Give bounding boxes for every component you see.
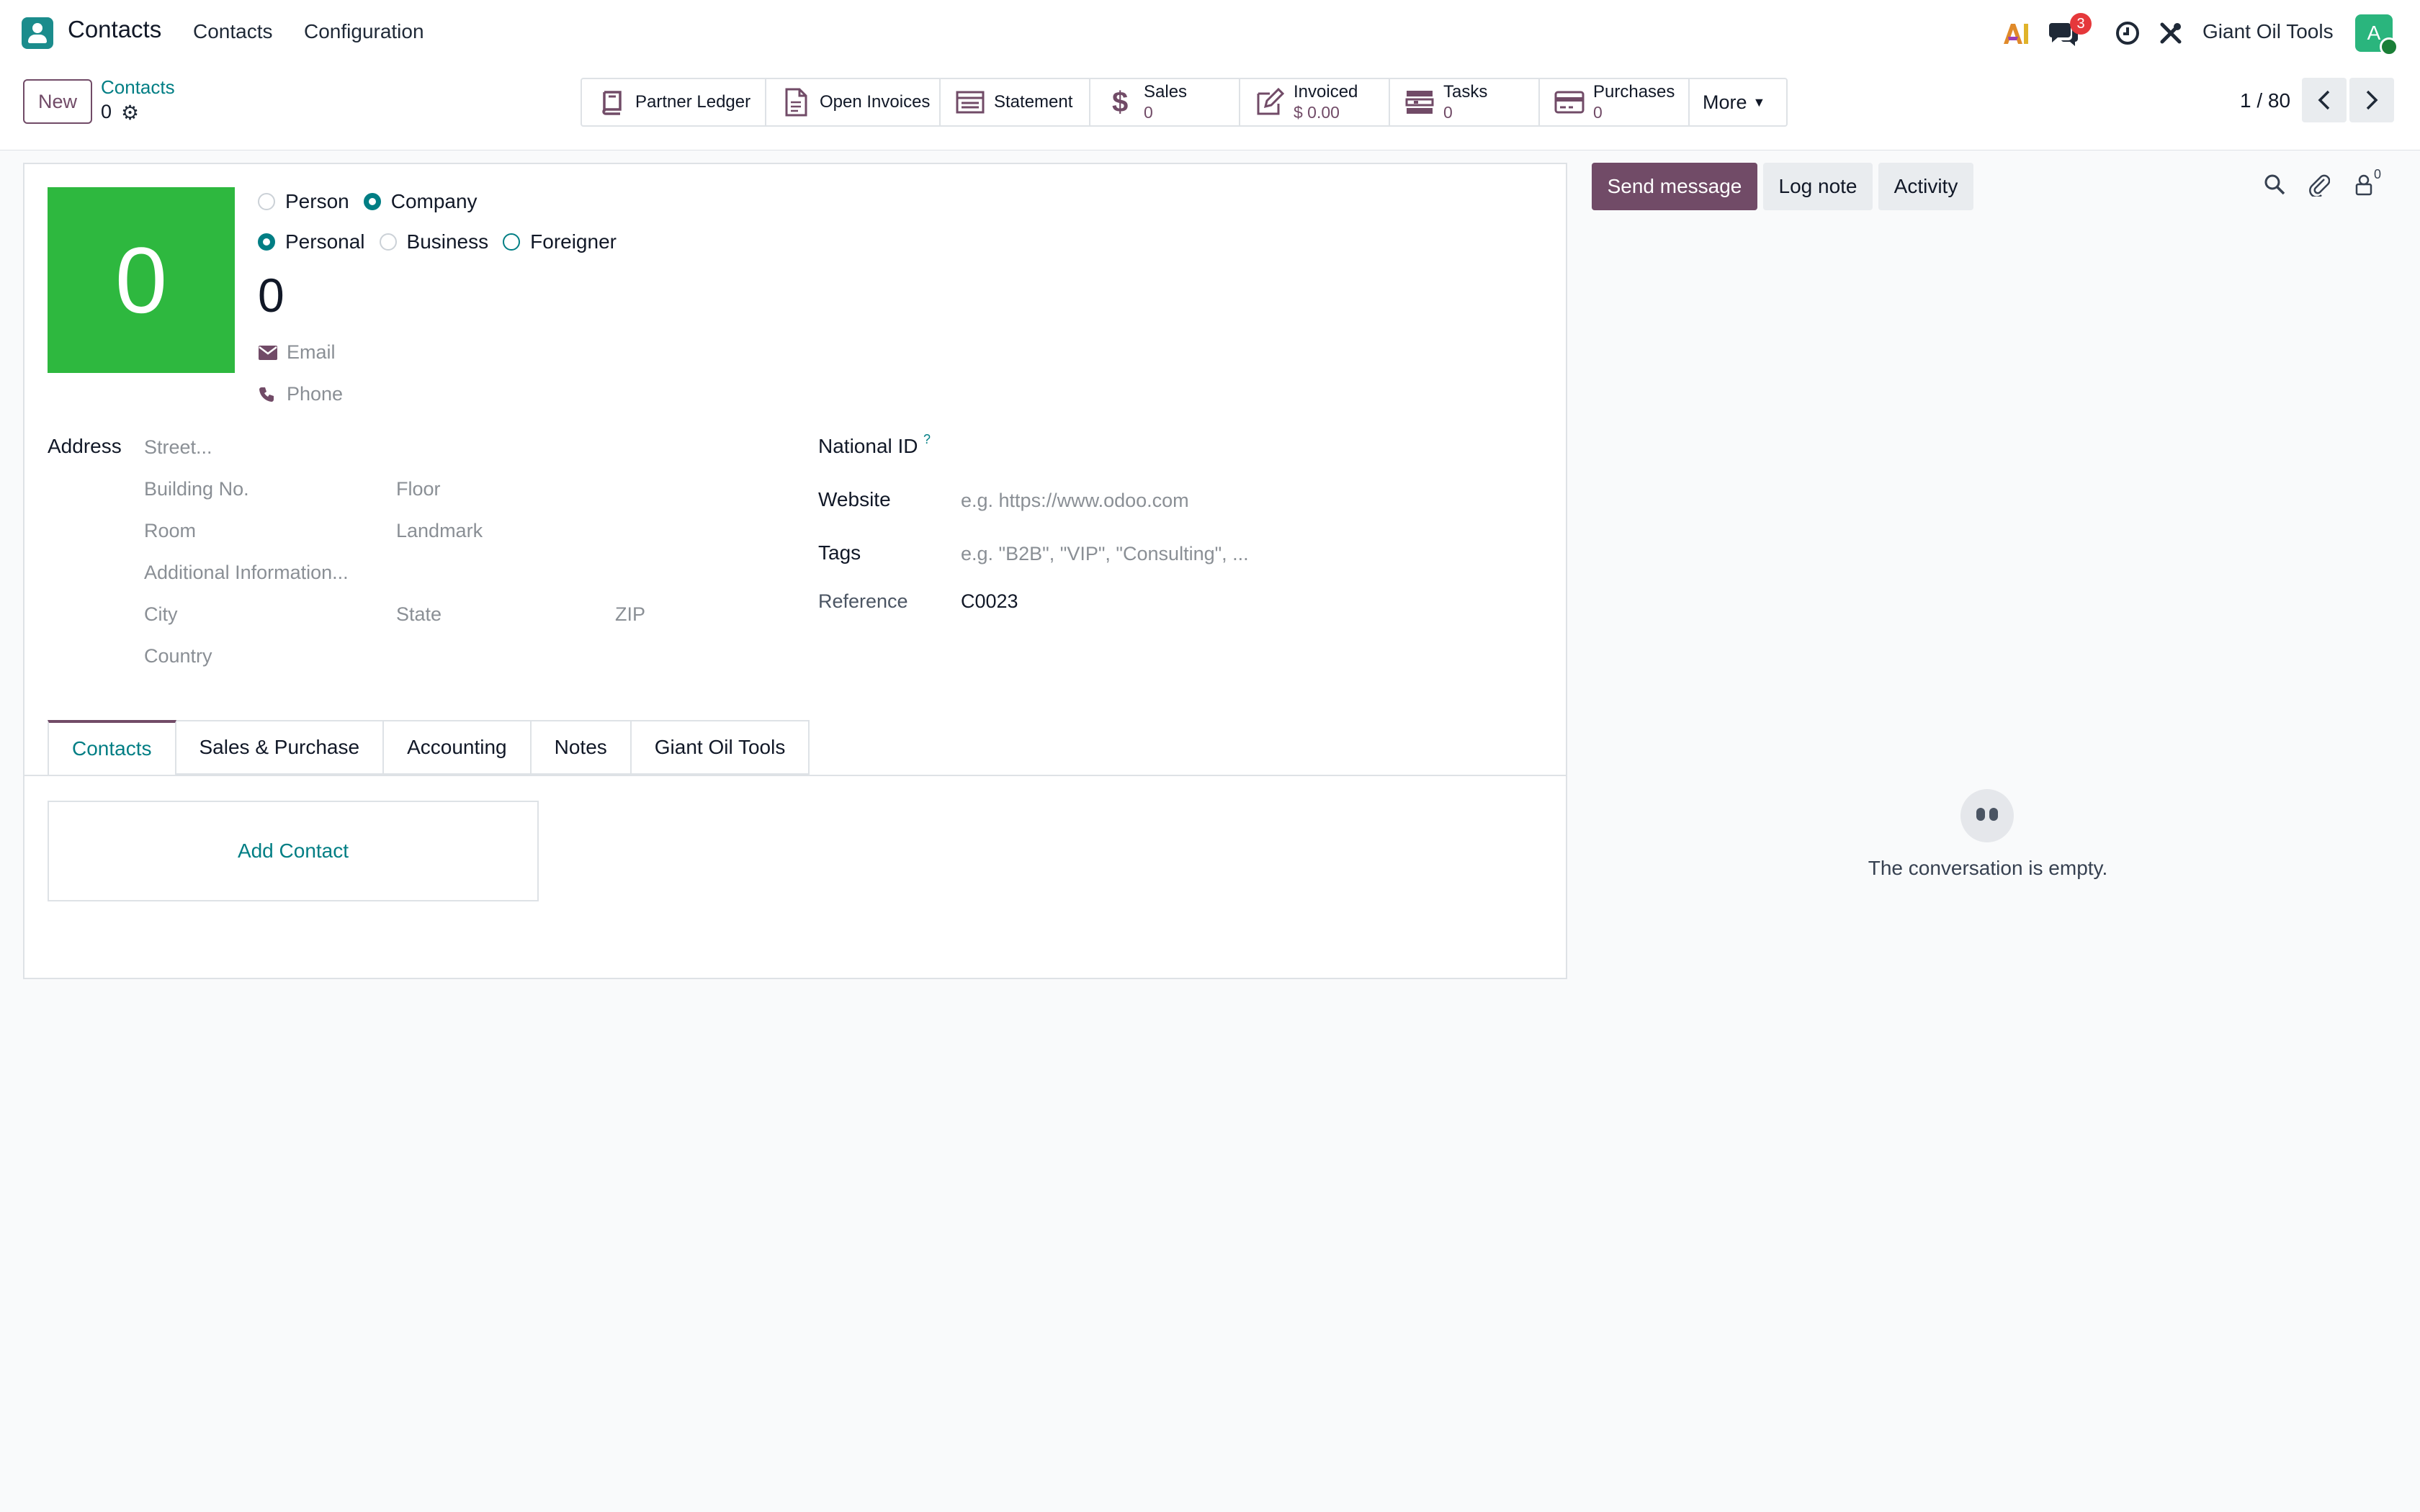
add-contact-button[interactable]: Add Contact (48, 801, 539, 901)
radio-business[interactable] (379, 233, 397, 251)
smart-buttons: Partner Ledger Open Invoices Statement $… (581, 78, 1788, 127)
notebook-tabs: Contacts Sales & Purchase Accounting Not… (48, 720, 810, 776)
statement-icon (955, 87, 985, 117)
chevron-left-icon (2318, 90, 2330, 110)
building-no-input[interactable]: Building No. (144, 478, 249, 500)
radio-personal[interactable] (258, 233, 275, 251)
search-icon[interactable] (2260, 170, 2289, 199)
gear-icon[interactable]: ⚙ (121, 101, 139, 125)
room-input[interactable]: Room (144, 520, 196, 542)
reference-label: Reference (818, 590, 908, 612)
sales-button[interactable]: $ Sales 0 (1090, 79, 1240, 125)
menu-configuration[interactable]: Configuration (304, 20, 424, 43)
followers-count: 0 (2374, 167, 2382, 181)
tab-accounting[interactable]: Accounting (384, 720, 532, 775)
additional-info-input[interactable]: Additional Information... (144, 562, 349, 584)
credit-card-icon (1554, 87, 1585, 117)
radio-company[interactable] (363, 193, 381, 210)
country-input[interactable]: Country (144, 645, 212, 667)
chevron-right-icon (2366, 90, 2378, 110)
statement-button[interactable]: Statement (941, 79, 1090, 125)
edit-icon (1255, 87, 1285, 117)
reference-input[interactable]: C0023 (961, 590, 1018, 613)
paperclip-icon[interactable] (2305, 170, 2334, 199)
envelope-icon (258, 345, 278, 361)
new-button[interactable]: New (23, 79, 92, 124)
tab-notes[interactable]: Notes (531, 720, 632, 775)
invoiced-button[interactable]: Invoiced $ 0.00 (1240, 79, 1390, 125)
phone-icon (258, 386, 278, 403)
activity-clock-icon[interactable] (2113, 16, 2142, 50)
log-note-button[interactable]: Log note (1763, 163, 1873, 210)
breadcrumb-contacts[interactable]: Contacts (101, 76, 175, 99)
state-input[interactable]: State (396, 603, 442, 626)
help-tooltip-icon[interactable]: ? (923, 432, 931, 447)
activity-button[interactable]: Activity (1878, 163, 1973, 210)
control-panel: New Contacts 0 ⚙ Partner Ledger Open Inv… (0, 66, 2420, 150)
website-input[interactable]: e.g. https://www.odoo.com (961, 490, 1189, 512)
caret-down-icon: ▼ (1752, 94, 1766, 109)
pager-previous-button[interactable] (2302, 78, 2347, 122)
more-button[interactable]: More ▼ (1690, 79, 1786, 125)
radio-foreigner[interactable] (503, 233, 521, 251)
company-switcher[interactable]: Giant Oil Tools (2202, 20, 2334, 43)
tab-divider (24, 775, 1566, 776)
category-radio-group: Personal Business Foreigner (258, 230, 631, 253)
dollar-icon: $ (1105, 87, 1135, 117)
city-input[interactable]: City (144, 603, 178, 626)
street-input[interactable]: Street... (144, 436, 212, 459)
partner-ledger-button[interactable]: Partner Ledger (582, 79, 766, 125)
company-type-radio-group: Person Company (258, 190, 492, 213)
email-field[interactable]: Email (258, 341, 336, 364)
pager-value[interactable]: 1 / 80 (2240, 89, 2290, 112)
contacts-app-icon[interactable] (22, 17, 53, 49)
messages-badge: 3 (2070, 13, 2092, 35)
ai-icon[interactable] (1999, 16, 2031, 50)
national-id-label: National ID (818, 435, 918, 457)
send-message-button[interactable]: Send message (1592, 163, 1757, 210)
online-status-dot (2380, 37, 2398, 56)
zip-input[interactable]: ZIP (615, 603, 645, 626)
pager-next-button[interactable] (2349, 78, 2394, 122)
app-name[interactable]: Contacts (68, 16, 161, 43)
breadcrumb-current-record: 0 (101, 101, 112, 122)
partner-avatar[interactable]: 0 (48, 187, 235, 373)
svg-text:$: $ (1112, 87, 1128, 117)
landmark-input[interactable]: Landmark (396, 520, 483, 542)
purchases-button[interactable]: Purchases 0 (1540, 79, 1690, 125)
tasks-button[interactable]: Tasks 0 (1390, 79, 1540, 125)
menu-contacts[interactable]: Contacts (193, 20, 273, 43)
book-icon (596, 87, 627, 117)
floor-input[interactable]: Floor (396, 478, 441, 500)
address-label: Address (48, 435, 122, 457)
tab-contacts[interactable]: Contacts (48, 720, 176, 775)
empty-conversation-icon (1960, 789, 2014, 842)
open-invoices-button[interactable]: Open Invoices (766, 79, 941, 125)
debug-tools-icon[interactable] (2156, 16, 2185, 50)
top-navbar: Contacts Contacts Configuration 3 Giant … (0, 0, 2420, 67)
radio-person[interactable] (258, 193, 275, 210)
document-icon (781, 87, 811, 117)
tags-label: Tags (818, 541, 861, 564)
tasks-icon (1404, 87, 1435, 117)
partner-name-field[interactable]: 0 (258, 268, 284, 323)
tags-input[interactable]: e.g. "B2B", "VIP", "Consulting", ... (961, 543, 1249, 565)
tab-sales-purchase[interactable]: Sales & Purchase (176, 720, 385, 775)
phone-field[interactable]: Phone (258, 383, 343, 405)
website-label: Website (818, 488, 891, 510)
tab-giant-oil-tools[interactable]: Giant Oil Tools (631, 720, 810, 775)
empty-conversation-text: The conversation is empty. (1868, 857, 2108, 879)
